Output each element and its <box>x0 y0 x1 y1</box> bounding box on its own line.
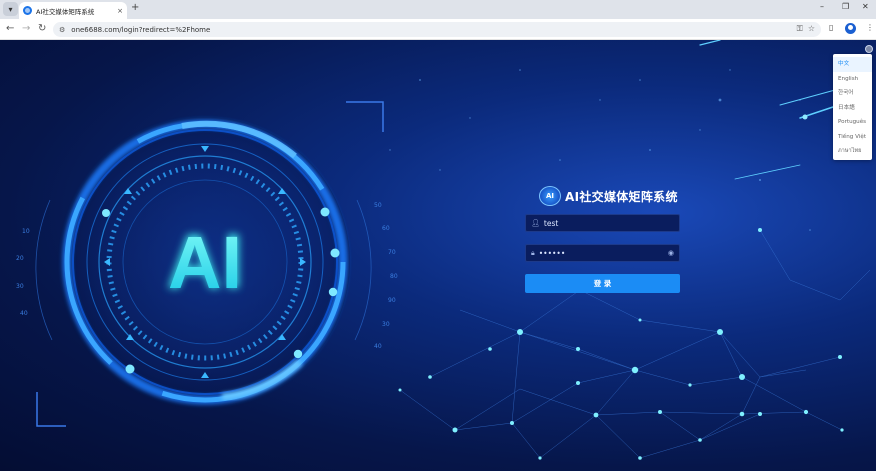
language-gear-icon[interactable] <box>865 45 873 53</box>
star-dots <box>389 69 811 231</box>
new-tab-button[interactable]: + <box>131 2 139 13</box>
close-window-button[interactable]: ✕ <box>862 2 869 11</box>
brand-header: AI AI社交媒体矩阵系统 <box>539 186 678 206</box>
site-info-icon[interactable]: ⚙ <box>59 26 65 34</box>
language-menu: 中文 English 한국어 日本語 Português Tiếng Việt … <box>833 54 872 160</box>
svg-text:50: 50 <box>374 202 382 209</box>
profile-avatar[interactable] <box>845 23 856 34</box>
language-option-ko[interactable]: 한국어 <box>833 86 872 101</box>
svg-text:90: 90 <box>388 297 396 304</box>
login-button[interactable]: 登 录 <box>525 274 680 293</box>
side-panel-icon[interactable]: ▯ <box>829 23 833 32</box>
tab-title: AI社交媒体矩阵系统 <box>36 7 95 16</box>
language-option-ja[interactable]: 日本語 <box>833 101 872 116</box>
login-page: AI AI 10 20 30 40 50 60 70 80 90 30 40 中… <box>0 40 876 471</box>
svg-text:80: 80 <box>390 273 398 280</box>
password-field[interactable]: 🔒︎ ◉ <box>525 244 680 262</box>
language-option-en[interactable]: English <box>833 72 872 87</box>
lock-icon: 🔒︎ <box>531 248 535 257</box>
username-field[interactable]: 👤︎ <box>525 214 680 232</box>
browser-tab-bar: ▾ AI社交媒体矩阵系统 × + – ❐ ✕ <box>0 0 876 19</box>
svg-text:40: 40 <box>20 310 28 317</box>
site-favicon-icon <box>23 6 32 15</box>
network-lines <box>399 229 871 459</box>
browser-toolbar: ← → ↻ ⚙ one6688.com/login?redirect=%2Fho… <box>0 19 876 40</box>
browser-tab[interactable]: AI社交媒体矩阵系统 × <box>19 2 127 19</box>
address-bar[interactable]: ⚙ one6688.com/login?redirect=%2Fhome ⚿ ☆ <box>53 22 821 37</box>
restore-button[interactable]: ❐ <box>842 2 849 11</box>
minimize-button[interactable]: – <box>820 2 824 11</box>
ai-emblem-text: AI <box>168 221 242 304</box>
brand-logo-icon: AI <box>539 186 561 206</box>
svg-text:40: 40 <box>374 343 382 350</box>
svg-text:60: 60 <box>382 225 390 232</box>
language-option-th[interactable]: ภาษาไทย <box>833 144 872 159</box>
language-option-vi[interactable]: Tiếng Việt <box>833 130 872 145</box>
ai-ring-emblem: AI AI <box>60 117 350 407</box>
more-menu-icon[interactable]: ⋮ <box>866 23 874 32</box>
password-input[interactable] <box>538 248 659 258</box>
network-nodes <box>398 228 844 460</box>
svg-text:10: 10 <box>22 228 30 235</box>
url-text[interactable]: one6688.com/login?redirect=%2Fhome <box>71 26 210 34</box>
svg-text:20: 20 <box>16 255 24 262</box>
svg-text:30: 30 <box>382 321 390 328</box>
tab-search-chevron-down-icon[interactable]: ▾ <box>3 2 18 16</box>
username-input[interactable] <box>543 218 664 228</box>
user-icon: 👤︎ <box>531 219 540 227</box>
tab-close-icon[interactable]: × <box>117 7 123 15</box>
bookmark-star-icon[interactable]: ⚿ ☆ <box>797 24 815 34</box>
streak-glow <box>802 114 808 120</box>
svg-text:70: 70 <box>388 249 396 256</box>
show-password-eye-icon[interactable]: ◉ <box>668 249 674 257</box>
language-option-zh[interactable]: 中文 <box>833 57 872 72</box>
back-button[interactable]: ← <box>6 23 14 35</box>
language-option-pt[interactable]: Português <box>833 115 872 130</box>
background-network-graphic: AI AI 10 20 30 40 50 60 70 80 90 30 40 <box>16 40 871 460</box>
forward-button[interactable]: → <box>22 23 30 35</box>
brand-name: AI社交媒体矩阵系统 <box>565 189 678 204</box>
svg-text:30: 30 <box>16 283 24 290</box>
reload-button[interactable]: ↻ <box>38 23 46 35</box>
